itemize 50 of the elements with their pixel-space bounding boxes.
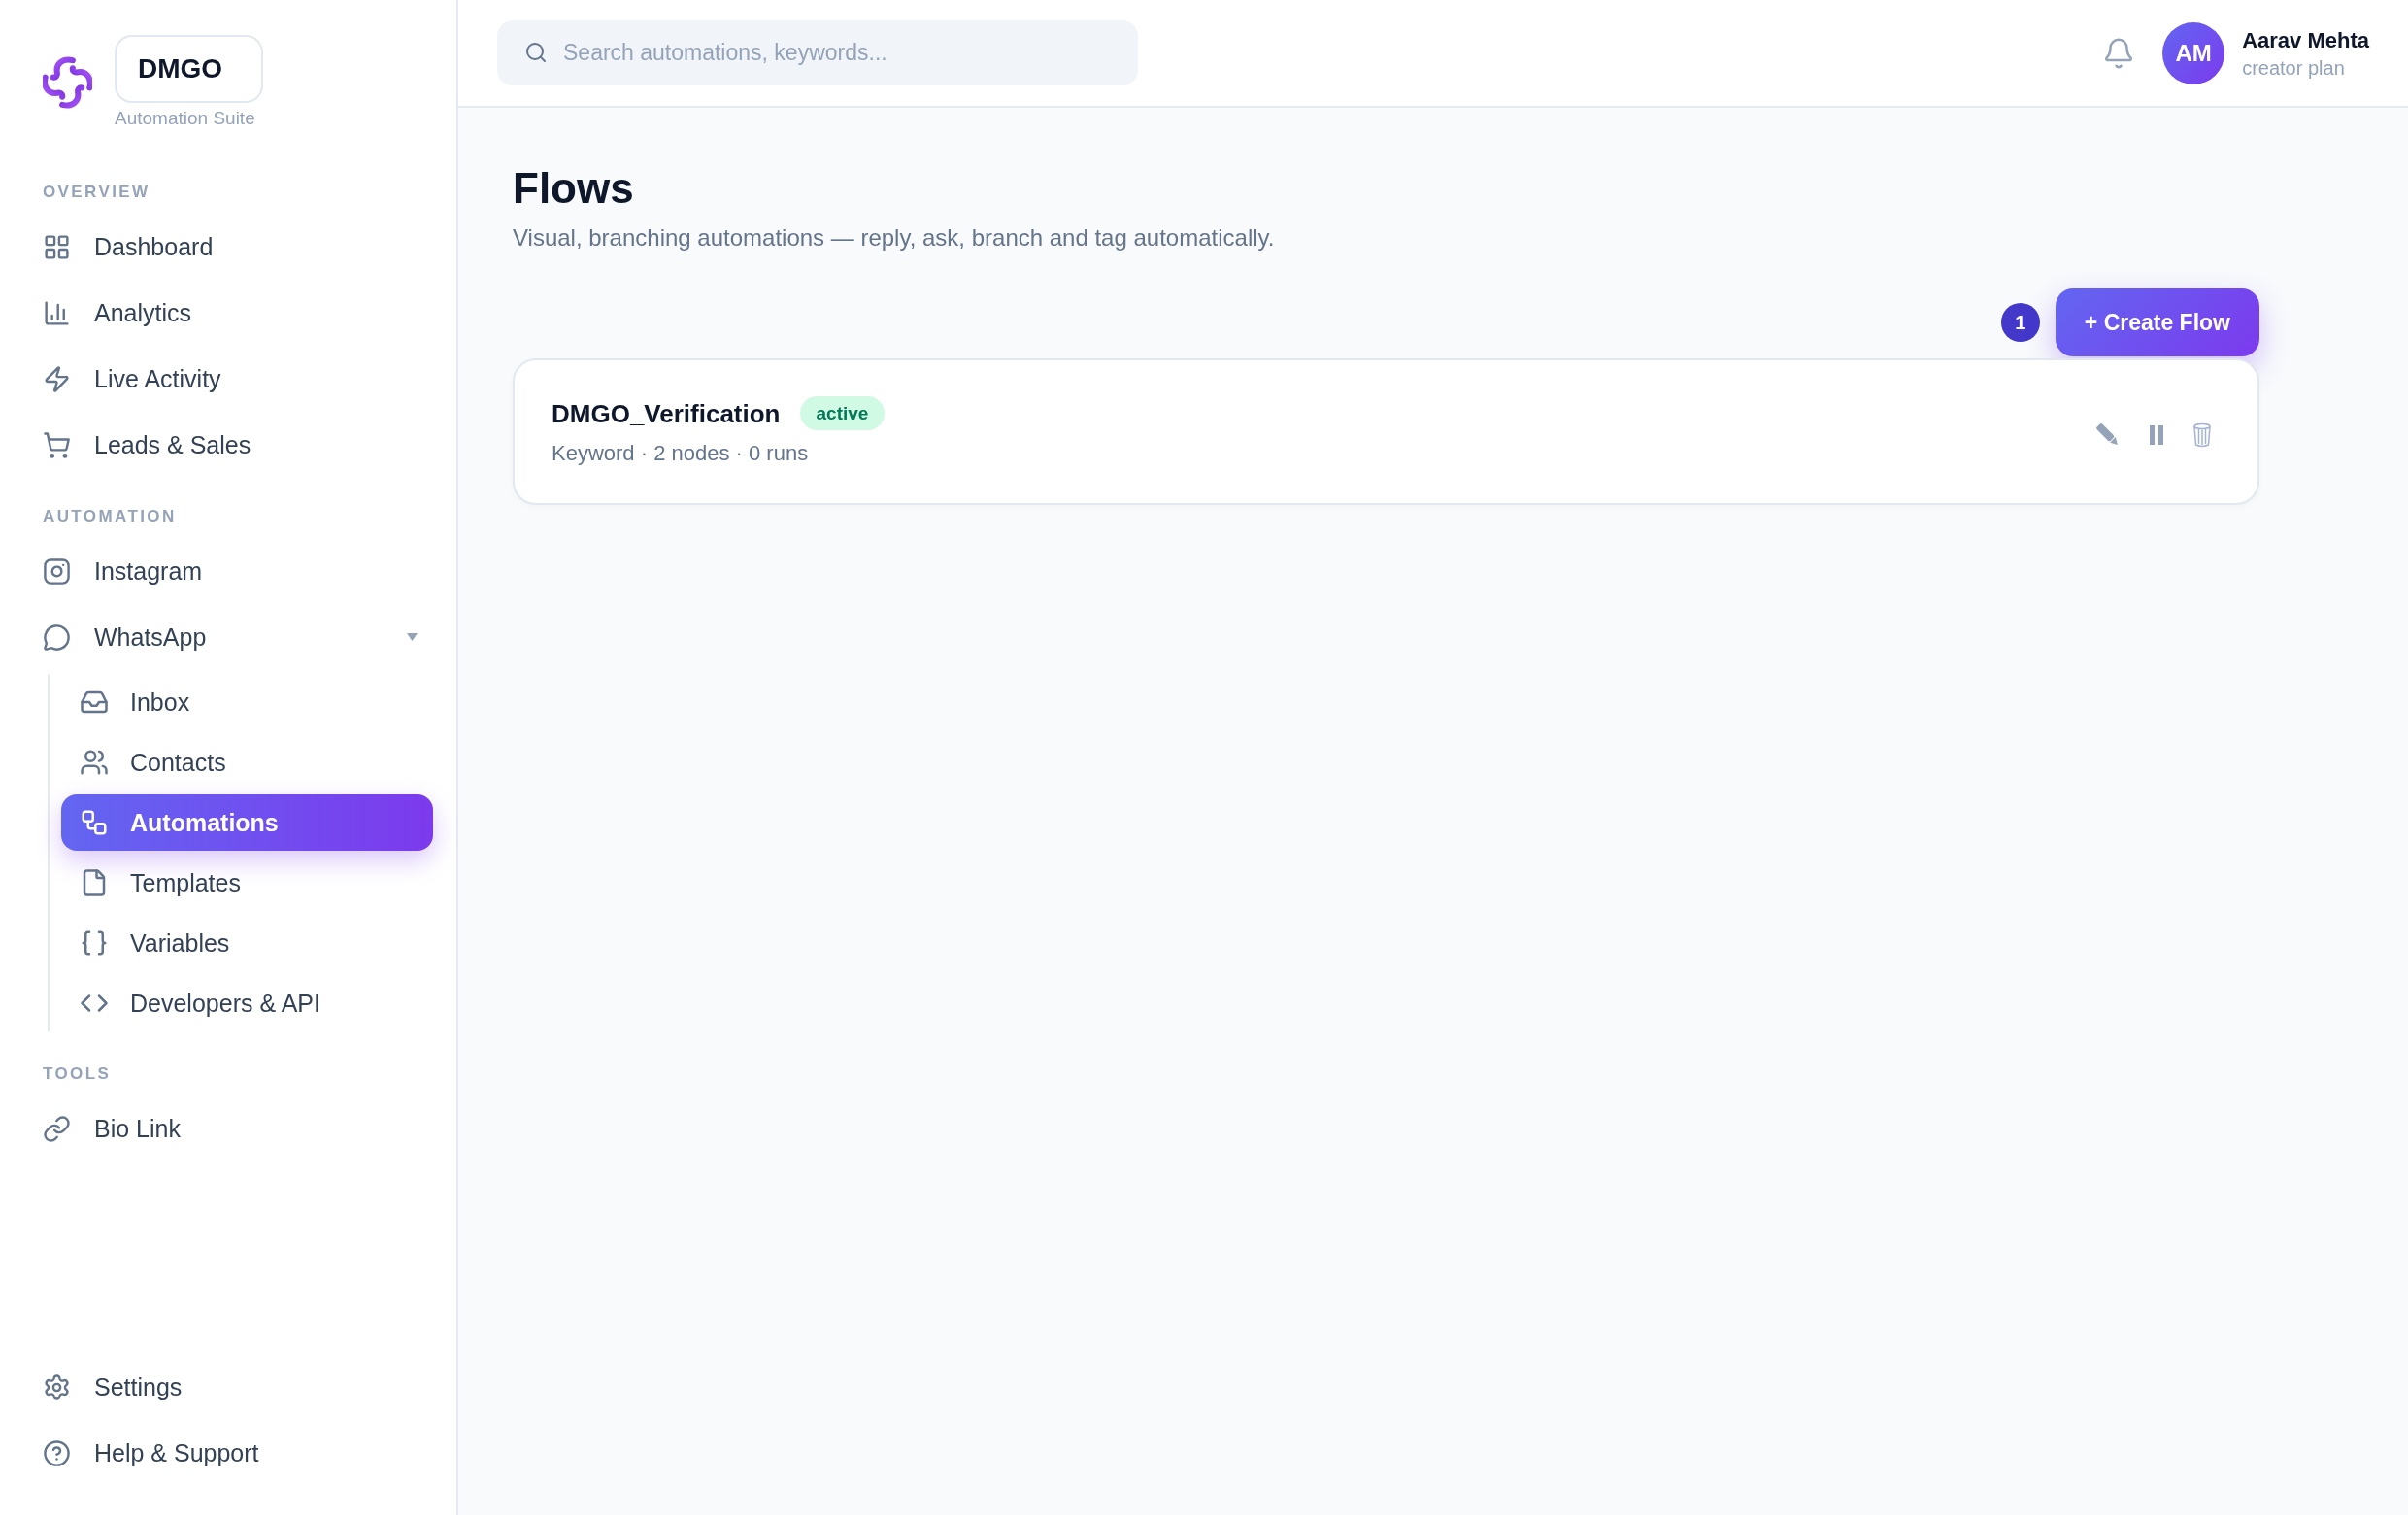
settings-icon — [43, 1372, 71, 1401]
user-avatar[interactable]: AM — [2162, 21, 2225, 84]
section-label: AUTOMATION — [43, 506, 178, 527]
nav-item[interactable]: Contacts — [61, 734, 433, 791]
nav-item[interactable]: Inbox — [61, 674, 433, 730]
brand-name: DMGO — [115, 35, 263, 103]
pencil-icon[interactable] — [2095, 421, 2121, 448]
grid-icon — [43, 232, 71, 261]
pause-icon[interactable] — [2148, 423, 2165, 446]
lightning-icon — [43, 364, 71, 393]
user-name: Aarav Mehta — [2242, 26, 2369, 54]
camera-icon — [43, 556, 71, 586]
nav-item[interactable]: Analytics — [23, 284, 433, 342]
brand-tagline: Automation Suite — [115, 107, 256, 130]
search-field[interactable]: Search automations, keywords... — [497, 20, 1138, 85]
user-plan: creator plan — [2242, 55, 2346, 80]
flow-card[interactable]: DMGO_Verification active Keyword · 2 nodes · 0 runs — [513, 358, 2259, 505]
page-title: Flows — [513, 163, 635, 214]
connected-nodes-icon — [80, 808, 109, 837]
create-flow-button[interactable]: + Create Flow — [2055, 288, 2259, 356]
chat-bubble-icon — [43, 623, 71, 652]
bar-chart-icon — [43, 298, 71, 327]
link-icon — [43, 1114, 71, 1143]
nav-item[interactable]: Templates — [61, 855, 433, 911]
braces-icon — [80, 928, 109, 958]
trash-icon[interactable] — [2192, 421, 2212, 448]
people-icon — [80, 748, 109, 777]
search-icon — [524, 41, 548, 64]
nav-item[interactable]: Developers & API — [61, 975, 433, 1031]
nav-item[interactable]: Live Activity — [23, 350, 433, 408]
nav-item[interactable]: Automations — [61, 794, 433, 851]
section-label: TOOLS — [43, 1063, 113, 1085]
flow-name: DMGO_Verification — [552, 397, 781, 430]
nav-item[interactable]: Variables — [61, 915, 433, 971]
nav-item[interactable]: Dashboard — [23, 218, 433, 276]
nav-item[interactable]: WhatsApp — [23, 608, 433, 666]
count-badge: 1 — [2000, 303, 2040, 342]
section-label: OVERVIEW — [43, 182, 151, 203]
nav-item[interactable]: Bio Link — [23, 1099, 433, 1158]
nav-item[interactable]: Help & Support — [23, 1424, 433, 1482]
nav-item[interactable]: Leads & Sales — [23, 416, 433, 474]
nav-item[interactable]: Instagram — [23, 542, 433, 600]
status-badge: active — [799, 396, 886, 430]
nav-item[interactable]: Settings — [23, 1358, 433, 1416]
cart-icon — [43, 430, 71, 459]
flow-meta: Keyword · 2 nodes · 0 runs — [552, 440, 810, 467]
logo-icon — [43, 56, 92, 109]
caret-icon[interactable] — [407, 633, 418, 641]
help-icon — [43, 1438, 71, 1467]
page-subtitle: Visual, branching automations — reply, ask, branch and tag automatically. — [513, 223, 1276, 252]
